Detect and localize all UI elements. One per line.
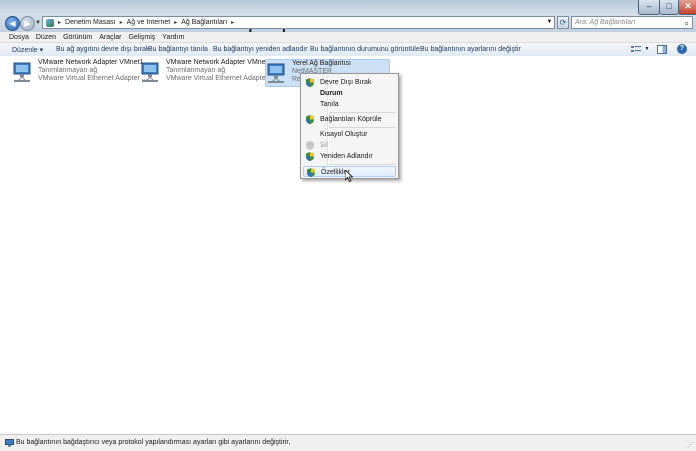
menu-item-label: Devre Dışı Bırak [320, 79, 372, 86]
shield-icon [306, 152, 314, 161]
menu-advanced[interactable]: Gelişmiş [126, 34, 160, 41]
menu-item-label: Yeniden Adlandır [320, 153, 373, 160]
shield-icon [306, 115, 314, 124]
adapter-title: VMware Network Adapter VMnet8 [166, 59, 272, 66]
menu-item-label: Bağlantıları Köprüle [320, 116, 382, 123]
back-button[interactable]: ◀ [5, 16, 20, 31]
adapter-status: Tanımlanmayan ağ [38, 67, 98, 74]
breadcrumb-separator-icon[interactable]: ▸ [174, 19, 177, 26]
command-bar: Düzenle ▾ Bu ağ aygıtını devre dışı bıra… [0, 43, 696, 57]
menu-item-label: Durum [320, 90, 343, 97]
menu-tools[interactable]: Araçlar [97, 34, 126, 41]
search-icon[interactable]: ⌕ [685, 18, 689, 29]
refresh-icon[interactable]: ⟳ [557, 16, 569, 29]
adapter-vmnet8[interactable]: VMware Network Adapter VMnet8 Tanımlanma… [140, 59, 276, 87]
menu-view[interactable]: Görünüm [61, 34, 97, 41]
menu-separator [329, 127, 395, 128]
adapter-device: VMware Virtual Ethernet Adapter ... [166, 75, 276, 82]
context-menu: Devre Dışı Bırak Durum Tanıla Bağlantıla… [300, 73, 399, 179]
preview-pane-icon[interactable] [657, 45, 667, 54]
address-dropdown-icon[interactable]: ▼ [544, 16, 555, 29]
explorer-window: – □ ✕ ◀ ▶ ▼ ▸ Denetim Masası ▸ Ağ ve Int… [0, 0, 696, 451]
network-adapter-icon [13, 62, 31, 82]
resize-grip-icon[interactable]: ⋰ [687, 441, 694, 449]
menu-item-status[interactable]: Durum [303, 88, 396, 99]
adapter-title: Yerel Ağ Bağlantısı [292, 60, 351, 67]
diagnose-button[interactable]: Bu bağlantıyı tanıla [148, 46, 208, 53]
rename-button[interactable]: Bu bağlantıyı yeniden adlandır [213, 46, 308, 53]
view-dropdown-icon[interactable]: ▼ [642, 45, 652, 54]
menu-bar: Dosya Düzen Görünüm Araçlar Gelişmiş Yar… [0, 32, 696, 43]
shield-icon [306, 78, 314, 87]
adapter-device: VMware Virtual Ethernet Adapter ... [38, 75, 148, 82]
menu-item-delete: Sil [303, 140, 396, 151]
menu-edit[interactable]: Düzen [34, 34, 61, 41]
menu-item-rename[interactable]: Yeniden Adlandır [303, 151, 396, 162]
adapter-title: VMware Network Adapter VMnet1 [38, 59, 144, 66]
network-adapter-icon [267, 63, 285, 83]
maximize-button[interactable]: □ [659, 0, 679, 15]
forward-button[interactable]: ▶ [20, 16, 35, 31]
menu-separator [329, 164, 395, 165]
organize-button[interactable]: Düzenle ▾ [12, 46, 43, 54]
status-text: Bu bağlantının bağdaştırıcı veya protoko… [16, 439, 291, 446]
menu-item-label: Tanıla [320, 101, 339, 108]
menu-item-label: Sil [320, 142, 328, 149]
network-adapter-icon [141, 62, 159, 82]
disable-device-button[interactable]: Bu ağ aygıtını devre dışı bırak [56, 46, 149, 53]
breadcrumb-separator-icon[interactable]: ▸ [120, 19, 123, 26]
menu-item-bridge[interactable]: Bağlantıları Köprüle [303, 114, 396, 125]
menu-help[interactable]: Yardım [160, 34, 189, 41]
title-bar: – □ ✕ ◀ ▶ ▼ ▸ Denetim Masası ▸ Ağ ve Int… [0, 0, 696, 32]
change-settings-button[interactable]: Bu bağlantının ayarlarını değiştir [420, 46, 521, 53]
breadcrumb-control-panel[interactable]: Denetim Masası [65, 19, 116, 26]
menu-item-label: Kısayol Oluştur [320, 131, 368, 138]
search-placeholder: Ara: Ağ Bağlantıları [575, 19, 636, 26]
chevron-down-icon: ▾ [39, 47, 44, 54]
shield-icon [306, 141, 314, 150]
mouse-cursor-icon [345, 170, 353, 182]
control-panel-icon [46, 18, 54, 27]
breadcrumb-separator-icon[interactable]: ▸ [58, 19, 61, 26]
network-adapter-icon [5, 439, 14, 447]
minimize-button[interactable]: – [638, 0, 660, 15]
menu-file[interactable]: Dosya [7, 34, 34, 41]
organize-label: Düzenle [12, 47, 38, 54]
adapter-status: Tanımlanmayan ağ [166, 67, 226, 74]
menu-item-diagnose[interactable]: Tanıla [303, 99, 396, 110]
recent-pages-dropdown-icon[interactable]: ▼ [35, 20, 41, 26]
shield-icon [307, 168, 315, 177]
breadcrumb-network-internet[interactable]: Ağ ve Internet [127, 19, 171, 26]
status-bar: Bu bağlantının bağdaştırıcı veya protoko… [0, 434, 696, 451]
view-options-icon[interactable] [631, 45, 641, 54]
search-input[interactable]: Ara: Ağ Bağlantıları ⌕ [571, 16, 693, 29]
menu-item-create-shortcut[interactable]: Kısayol Oluştur [303, 129, 396, 140]
help-icon[interactable]: ? [677, 44, 687, 54]
breadcrumb-separator-icon[interactable]: ▸ [231, 19, 234, 26]
adapter-vmnet1[interactable]: VMware Network Adapter VMnet1 Tanımlanma… [12, 59, 148, 87]
menu-separator [329, 112, 395, 113]
close-button[interactable]: ✕ [678, 0, 696, 15]
breadcrumb-network-connections[interactable]: Ağ Bağlantıları [181, 19, 227, 26]
menu-item-disable[interactable]: Devre Dışı Bırak [303, 77, 396, 88]
view-status-button[interactable]: Bu bağlantının durumunu görüntüle [310, 46, 420, 53]
